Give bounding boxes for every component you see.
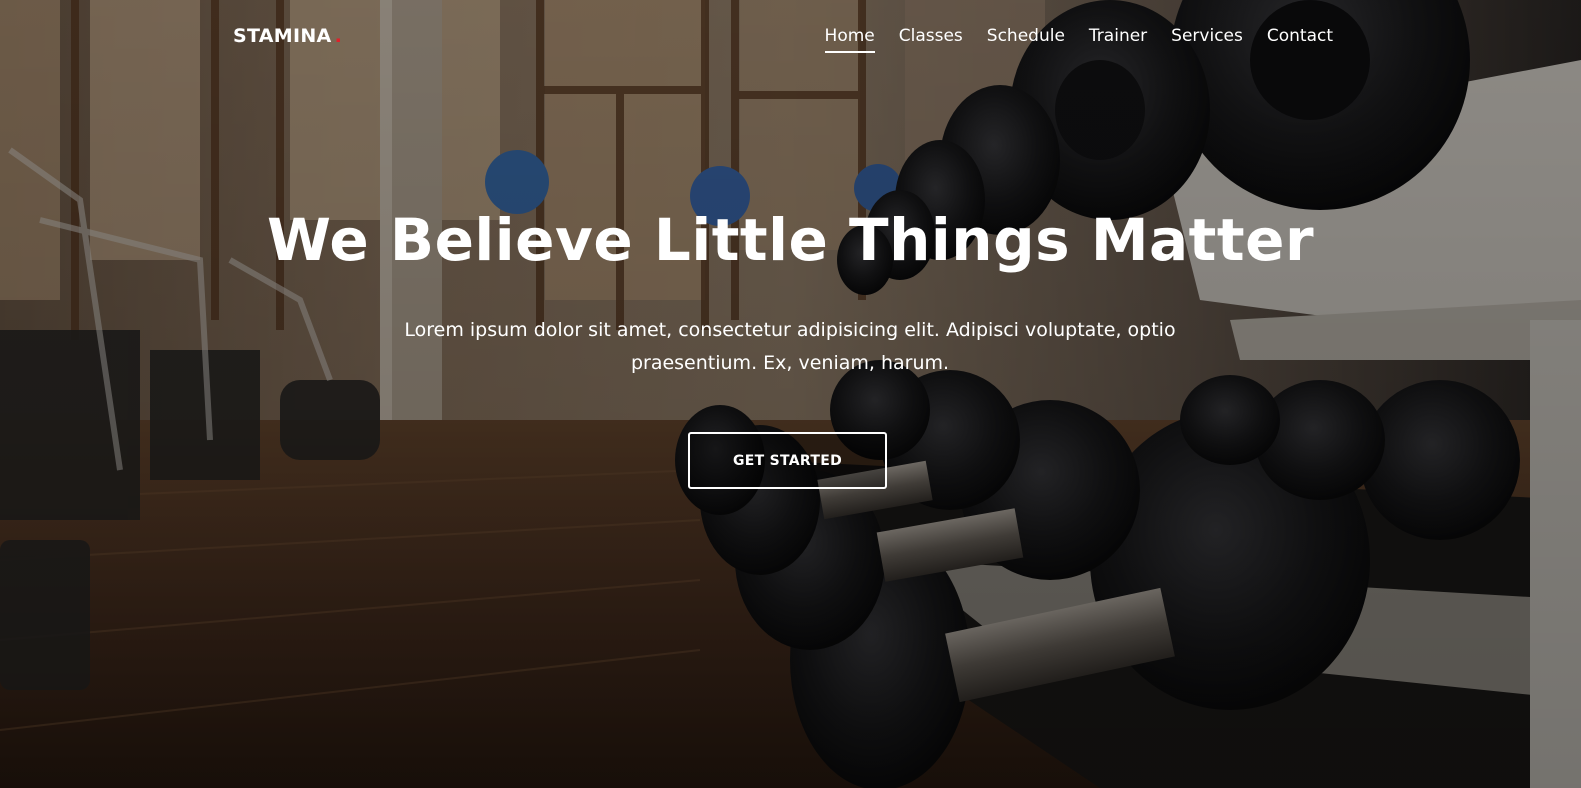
brand-logo[interactable]: STAMINA. — [233, 24, 342, 48]
hero-section: STAMINA. Home Classes Schedule Trainer S… — [0, 0, 1581, 788]
nav-link-services[interactable]: Services — [1171, 24, 1243, 51]
nav-item-classes: Classes — [875, 24, 963, 53]
top-navigation: STAMINA. Home Classes Schedule Trainer S… — [0, 0, 1581, 72]
nav-menu: Home Classes Schedule Trainer Services C… — [801, 24, 1333, 53]
nav-item-services: Services — [1147, 24, 1243, 53]
nav-link-home[interactable]: Home — [824, 24, 875, 53]
brand-name: STAMINA — [233, 25, 332, 47]
nav-link-classes[interactable]: Classes — [899, 24, 963, 51]
nav-link-trainer[interactable]: Trainer — [1089, 24, 1147, 51]
brand-dot: . — [334, 25, 343, 47]
nav-item-trainer: Trainer — [1065, 24, 1147, 53]
nav-item-schedule: Schedule — [963, 24, 1065, 53]
nav-item-home: Home — [801, 24, 875, 53]
nav-item-contact: Contact — [1243, 24, 1333, 53]
nav-link-contact[interactable]: Contact — [1267, 24, 1333, 51]
hero-description: Lorem ipsum dolor sit amet, consectetur … — [404, 319, 1176, 374]
hero-title: We Believe Little Things Matter — [266, 206, 1315, 274]
hero-background-image — [0, 0, 1581, 788]
get-started-button[interactable]: GET STARTED — [688, 432, 887, 489]
nav-link-schedule[interactable]: Schedule — [987, 24, 1065, 51]
